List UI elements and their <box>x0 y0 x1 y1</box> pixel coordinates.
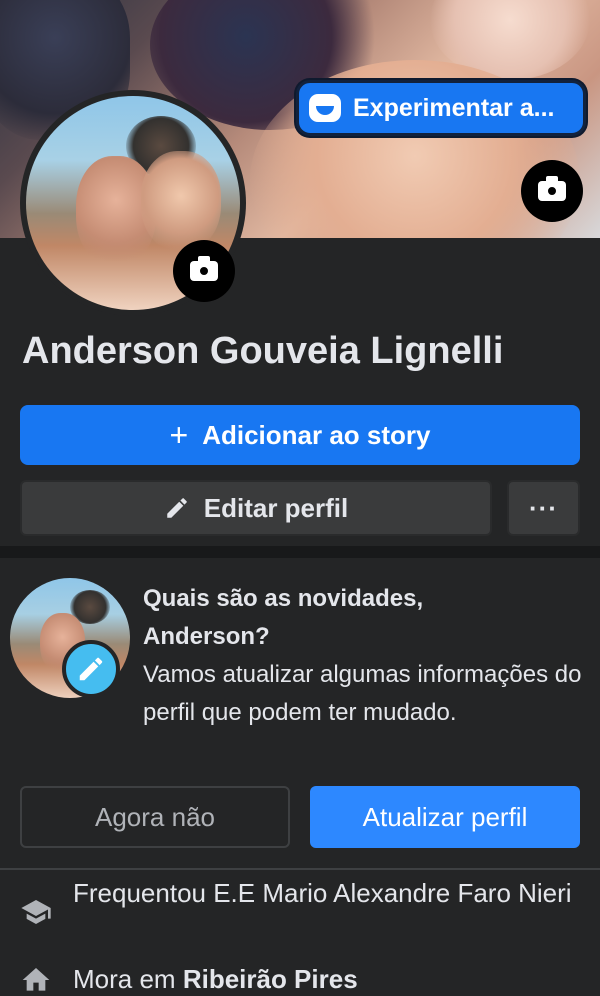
detail-education-text: Frequentou E.E Mario Alexandre Faro Nier… <box>73 878 572 908</box>
camera-icon <box>190 256 218 281</box>
pencil-icon <box>79 657 103 681</box>
add-to-story-label: Adicionar ao story <box>202 419 431 450</box>
edit-badge <box>62 640 120 698</box>
home-icon <box>22 968 50 991</box>
edit-profile-button[interactable]: Editar perfil <box>20 480 492 536</box>
not-now-button[interactable]: Agora não <box>20 786 290 848</box>
profile-camera-button[interactable] <box>173 240 235 302</box>
prompt-heading-line1: Quais são as novidades, <box>143 585 424 612</box>
detail-education[interactable]: Frequentou E.E Mario Alexandre Faro Nier… <box>0 874 600 950</box>
detail-residence-place[interactable]: Ribeirão Pires <box>183 964 358 994</box>
camera-icon <box>538 176 566 201</box>
detail-residence[interactable]: Mora em Ribeirão Pires <box>0 960 600 996</box>
prompt-body: Vamos atualizar algumas informações do p… <box>143 661 582 726</box>
prompt-heading-line2: Anderson? <box>143 623 270 650</box>
pencil-icon <box>167 498 187 518</box>
add-to-story-button[interactable]: + Adicionar ao story <box>20 405 580 465</box>
details-separator <box>0 868 600 870</box>
try-avatar-button[interactable]: Experimentar a... <box>296 80 586 136</box>
plus-icon: + <box>169 417 189 453</box>
graduation-cap-icon <box>21 900 51 924</box>
edit-profile-label: Editar perfil <box>203 492 349 523</box>
avatar-sticker-icon <box>309 94 341 122</box>
section-divider <box>0 546 600 558</box>
more-options-button[interactable]: ··· <box>507 480 580 536</box>
profile-name: Anderson Gouveia Lignelli <box>22 330 504 372</box>
detail-residence-text: Mora em Ribeirão Pires <box>73 960 573 996</box>
cover-camera-button[interactable] <box>521 160 583 222</box>
more-dots-icon: ··· <box>529 492 558 523</box>
detail-residence-prefix: Mora em <box>73 964 183 994</box>
prompt-text: Quais são as novidades, Anderson? Vamos … <box>143 580 583 732</box>
update-profile-button[interactable]: Atualizar perfil <box>310 786 580 848</box>
try-avatar-label: Experimentar a... <box>353 93 555 122</box>
